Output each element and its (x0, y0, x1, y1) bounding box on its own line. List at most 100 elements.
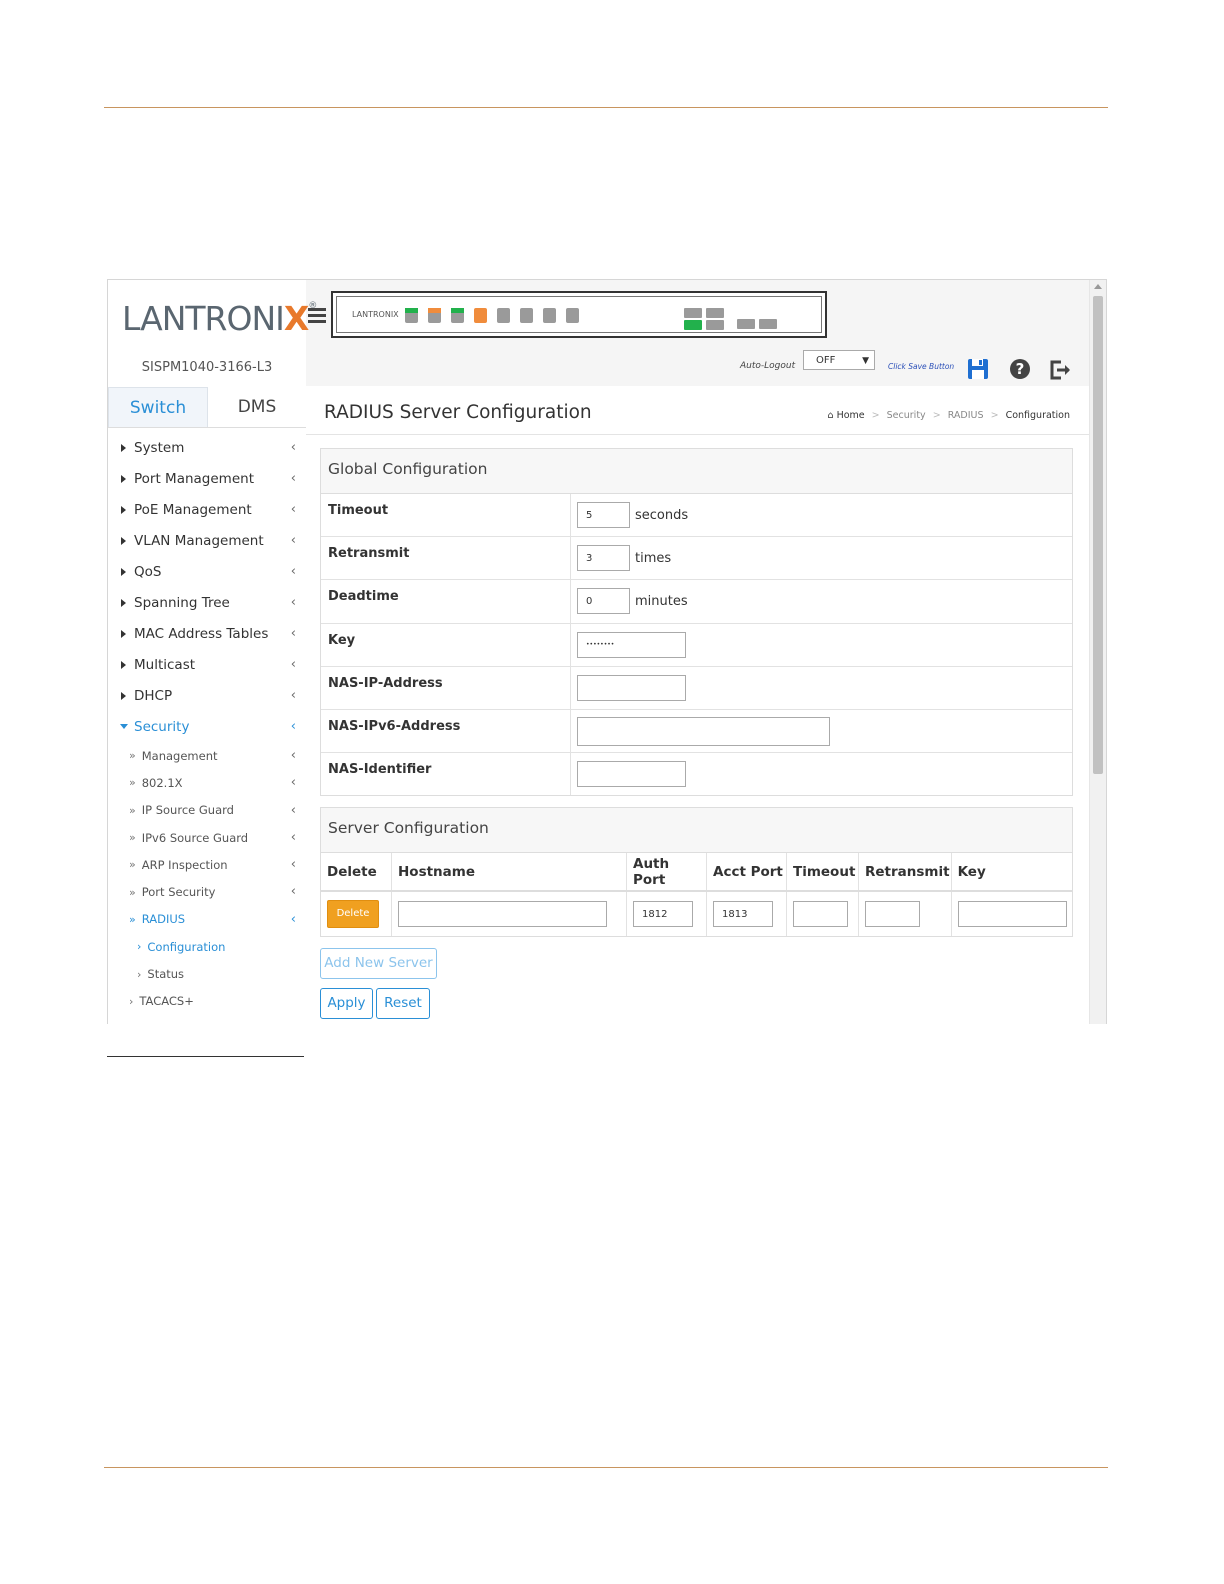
sfp-port-icon[interactable] (737, 319, 755, 329)
delete-cell: Delete (321, 891, 392, 936)
sidebar-subitem-8021x[interactable]: » 802.1X ‹ (108, 769, 306, 796)
sidebar-subitem-label: Port Security (141, 885, 216, 900)
sidebar-item-multicast[interactable]: Multicast ‹ (108, 649, 306, 680)
breadcrumb-separator: > (990, 410, 999, 421)
col-auth-port: Auth Port (626, 853, 707, 892)
sidebar-subitem-label: Status (147, 967, 185, 982)
sfp-port-icon[interactable] (684, 320, 702, 330)
port-icon[interactable] (428, 308, 441, 323)
sidebar-subitem-ip-source-guard[interactable]: » IP Source Guard ‹ (108, 797, 306, 824)
sidebar-subitem-management[interactable]: » Management ‹ (108, 742, 306, 769)
sidebar-item-qos[interactable]: QoS ‹ (108, 556, 306, 587)
port-icon[interactable] (520, 308, 533, 323)
sidebar-subitem-radius[interactable]: » RADIUS ‹ (108, 906, 306, 933)
sidebar-subitem-label: Configuration (147, 939, 226, 954)
reset-button[interactable]: Reset (376, 988, 430, 1019)
nas-ipv6-address-input[interactable] (577, 716, 830, 746)
scrollbar-thumb[interactable] (1093, 296, 1103, 774)
global-configuration-panel: Global Configuration Timeout seconds Ret… (320, 448, 1073, 797)
nas-ip-address-input[interactable] (577, 674, 686, 701)
sidebar-subitem-arp-inspection[interactable]: » ARP Inspection ‹ (108, 851, 306, 878)
nas-identifier-cell (571, 753, 1072, 795)
sidebar-item-label: VLAN Management (134, 532, 264, 549)
port-icon[interactable] (497, 308, 510, 323)
logout-icon[interactable] (1049, 360, 1073, 380)
help-icon[interactable]: ? (1010, 359, 1030, 379)
server-retransmit-input[interactable] (865, 901, 920, 927)
retransmit-label: Retransmit (321, 537, 571, 580)
sfp-port-icon[interactable] (759, 319, 777, 329)
add-new-server-button[interactable]: Add New Server (320, 948, 437, 979)
retransmit-cell: times (571, 537, 1072, 579)
sidebar-subitem-label: 802.1X (141, 775, 183, 790)
hostname-input[interactable] (398, 901, 607, 927)
sidebar-item-spanning-tree[interactable]: Spanning Tree ‹ (108, 587, 306, 618)
page-title: RADIUS Server Configuration (324, 402, 592, 423)
acct-port-cell (706, 891, 787, 936)
sfp-port-icon[interactable] (684, 308, 702, 318)
sfp-port-icon[interactable] (706, 320, 724, 330)
sidebar-subitem-ipv6-source-guard[interactable]: » IPv6 Source Guard ‹ (108, 824, 306, 851)
deadtime-input[interactable] (577, 588, 630, 615)
sidebar-subitem-radius-status[interactable]: › Status (108, 960, 306, 987)
sidebar-item-label: Multicast (134, 656, 196, 673)
apply-button[interactable]: Apply (320, 988, 373, 1019)
sidebar-item-security[interactable]: Security ‹ (108, 711, 306, 742)
double-chevron-right-icon: » (129, 858, 136, 872)
hamburger-menu-icon[interactable] (308, 308, 326, 324)
chevron-left-icon: ‹ (290, 802, 296, 818)
port-icon[interactable] (543, 308, 556, 323)
port-icon[interactable] (451, 308, 464, 323)
save-icon[interactable] (967, 358, 989, 380)
breadcrumb: ⌂ Home > Security > RADIUS > Configurati… (828, 410, 1071, 421)
nas-identifier-label: NAS-Identifier (321, 753, 571, 796)
sidebar-item-label: Security (134, 718, 190, 735)
sidebar-subitem-tacacs[interactable]: › TACACS+ (108, 988, 306, 1015)
key-row: Key (321, 623, 1072, 667)
sidebar-item-port-management[interactable]: Port Management ‹ (108, 463, 306, 494)
double-chevron-right-icon: » (129, 803, 136, 817)
breadcrumb-separator: > (932, 410, 941, 421)
table-row: Delete (321, 891, 1072, 936)
auth-port-cell (626, 891, 707, 936)
delete-button[interactable]: Delete (327, 900, 379, 928)
sidebar-item-label: PoE Management (134, 501, 252, 518)
sidebar-item-poe-management[interactable]: PoE Management ‹ (108, 494, 306, 525)
port-icon[interactable] (566, 308, 579, 323)
timeout-input[interactable] (577, 502, 630, 529)
sidebar-nav: System ‹ Port Management ‹ PoE Management ‹… (108, 432, 306, 1015)
breadcrumb-home[interactable]: Home (837, 410, 865, 421)
double-chevron-right-icon: » (129, 885, 136, 899)
deadtime-unit: minutes (635, 593, 688, 609)
auth-port-input[interactable] (633, 901, 693, 927)
port-icon[interactable] (405, 308, 418, 323)
page-header-rule (104, 107, 1108, 108)
sidebar-item-mac-address-tables[interactable]: MAC Address Tables ‹ (108, 618, 306, 649)
auto-logout-select[interactable]: OFF ▼ (803, 350, 875, 370)
sfp-port-icon[interactable] (706, 308, 724, 318)
server-timeout-input[interactable] (793, 901, 848, 927)
logo-x: X (283, 298, 309, 338)
nas-identifier-input[interactable] (577, 761, 686, 788)
sidebar-item-vlan-management[interactable]: VLAN Management ‹ (108, 525, 306, 556)
key-input[interactable] (577, 631, 686, 658)
tab-dms[interactable]: DMS (208, 387, 306, 427)
global-configuration-heading: Global Configuration (321, 449, 1072, 494)
sidebar-item-system[interactable]: System ‹ (108, 432, 306, 463)
server-key-input[interactable] (957, 901, 1067, 927)
retransmit-input[interactable] (577, 545, 630, 572)
sidebar-subitem-radius-configuration[interactable]: › Configuration (108, 933, 306, 960)
sidebar-subitem-port-security[interactable]: » Port Security ‹ (108, 878, 306, 905)
breadcrumb-security[interactable]: Security (887, 410, 926, 421)
port-icon[interactable] (474, 308, 487, 323)
sidebar-item-dhcp[interactable]: DHCP ‹ (108, 680, 306, 711)
vertical-scrollbar[interactable] (1089, 280, 1106, 1024)
col-key: Key (951, 853, 1072, 892)
deadtime-cell: minutes (571, 580, 1072, 622)
double-chevron-right-icon: » (129, 776, 136, 790)
scroll-up-arrow-icon[interactable] (1094, 284, 1102, 289)
acct-port-input[interactable] (713, 901, 773, 927)
chevron-left-icon: ‹ (290, 775, 296, 791)
breadcrumb-radius[interactable]: RADIUS (948, 410, 984, 421)
tab-switch[interactable]: Switch (108, 387, 208, 427)
